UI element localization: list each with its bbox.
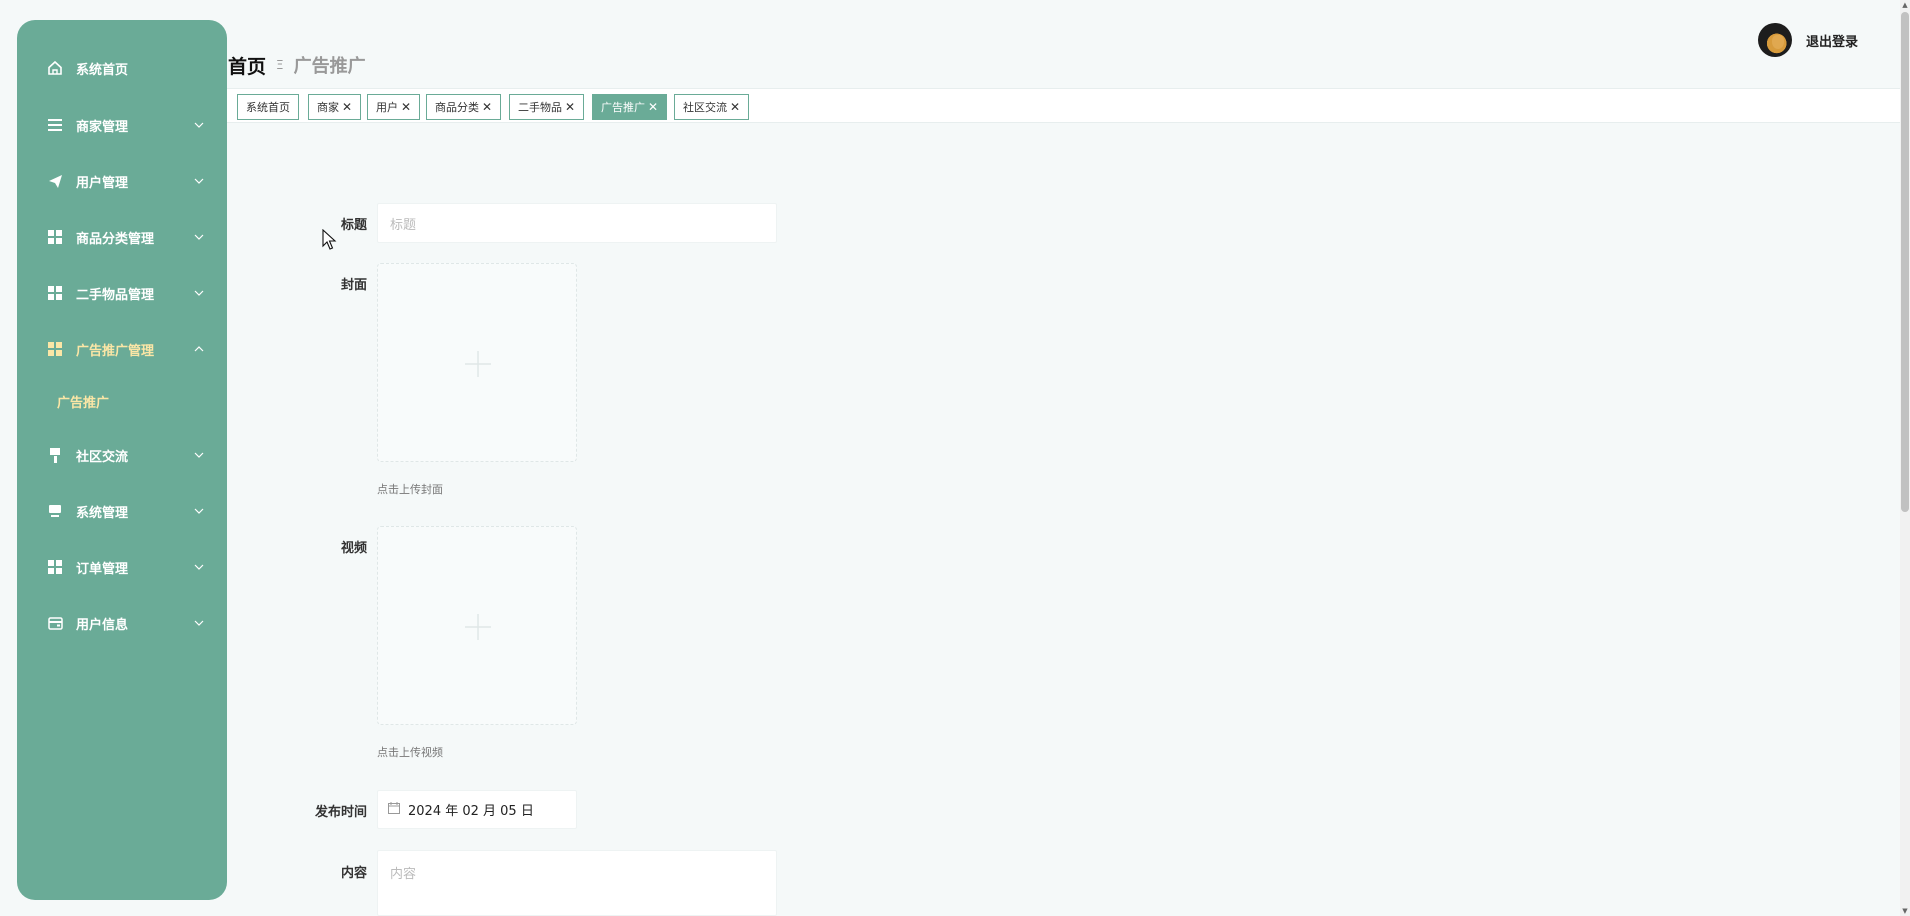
sidebar-item-community[interactable]: 社区交流 [17, 434, 227, 476]
cover-hint: 点击上传封面 [377, 483, 443, 496]
video-upload[interactable] [377, 526, 577, 725]
sidebar-item-ads[interactable]: 广告推广管理 [17, 328, 227, 370]
content-placeholder: 内容 [390, 867, 417, 882]
chevron-down-icon [193, 505, 205, 517]
calendar-icon [388, 801, 400, 818]
chevron-down-icon [193, 617, 205, 629]
sidebar-item-label: 商家管理 [76, 119, 129, 135]
tab-label: 商家 [317, 101, 339, 114]
tab-label: 商品分类 [435, 101, 479, 114]
content-label: 内容 [340, 866, 367, 881]
scrollbar[interactable]: ▲ ▼ [1900, 0, 1910, 916]
tab-label: 广告推广 [601, 101, 645, 114]
cover-label: 封面 [340, 278, 367, 293]
tab-ads[interactable]: 广告推广 ✕ [592, 94, 668, 120]
sidebar-item-system[interactable]: 系统管理 [17, 490, 227, 532]
tab-category[interactable]: 商品分类 ✕ [426, 94, 502, 120]
scroll-down-icon[interactable]: ▼ [1901, 907, 1909, 915]
title-placeholder: 标题 [390, 217, 417, 233]
sidebar-item-secondhand[interactable]: 二手物品管理 [17, 272, 227, 314]
title-input[interactable]: 标题 [377, 203, 777, 243]
tabs-bar: 系统首页 商家 ✕ 用户 ✕ 商品分类 ✕ 二手物品 ✕ 广告推广 ✕ 社区交流 ✕ [227, 88, 1900, 123]
date-label: 发布时间 [314, 805, 367, 820]
content-textarea[interactable]: 内容 [377, 850, 777, 916]
sidebar-item-label: 用户信息 [76, 617, 129, 633]
grid-icon [47, 559, 63, 575]
chevron-down-icon [193, 561, 205, 573]
close-icon[interactable]: ✕ [565, 100, 575, 114]
title-label: 标题 [340, 218, 367, 233]
list-icon [47, 117, 63, 133]
video-label: 视频 [340, 541, 367, 556]
tab-community[interactable]: 社区交流 ✕ [674, 94, 750, 120]
user-area: 退出登录 [1757, 22, 1858, 58]
sidebar-item-home[interactable]: 系统首页 [17, 47, 227, 89]
sidebar: 系统首页 商家管理 用户管理 商品分类管理 二手物品管理 广告推广管理 广告推广… [17, 20, 227, 900]
tab-label: 用户 [376, 101, 398, 114]
sidebar-item-userinfo[interactable]: 用户信息 [17, 602, 227, 644]
tab-label: 二手物品 [518, 101, 562, 114]
grid-icon [47, 341, 63, 357]
close-icon[interactable]: ✕ [730, 100, 740, 114]
tab-home[interactable]: 系统首页 [237, 94, 299, 120]
sidebar-item-label: 订单管理 [76, 561, 129, 577]
close-icon[interactable]: ✕ [401, 100, 411, 114]
sidebar-item-label: 系统管理 [76, 505, 129, 521]
sidebar-item-label: 系统首页 [76, 62, 129, 78]
close-icon[interactable]: ✕ [482, 100, 492, 114]
monitor-icon [47, 503, 63, 519]
tab-label: 社区交流 [683, 101, 727, 114]
date-input[interactable]: 2024 年 02 月 05 日 [377, 790, 577, 829]
sidebar-subitem-label: 广告推广 [57, 395, 110, 411]
sidebar-item-label: 社区交流 [76, 449, 129, 465]
sidebar-item-label: 二手物品管理 [76, 287, 155, 303]
sidebar-item-label: 商品分类管理 [76, 231, 155, 247]
sidebar-item-merchant[interactable]: 商家管理 [17, 104, 227, 146]
breadcrumb: 首页 Ξ 广告推广 [228, 50, 366, 80]
avatar[interactable] [1757, 23, 1792, 57]
tab-merchant[interactable]: 商家 ✕ [308, 94, 362, 120]
grid-icon [47, 285, 63, 301]
chevron-up-icon [193, 343, 205, 355]
home-icon [47, 60, 63, 76]
tab-secondhand[interactable]: 二手物品 ✕ [509, 94, 585, 120]
chevron-down-icon [193, 175, 205, 187]
cover-upload[interactable] [377, 263, 577, 462]
video-hint: 点击上传视频 [377, 746, 443, 759]
page: 系统首页 商家管理 用户管理 商品分类管理 二手物品管理 广告推广管理 广告推广… [0, 0, 1910, 916]
send-icon [47, 173, 63, 189]
tab-label: 系统首页 [246, 101, 290, 114]
date-value: 2024 年 02 月 05 日 [408, 804, 534, 819]
card-icon [47, 615, 63, 631]
chevron-down-icon [193, 449, 205, 461]
close-icon[interactable]: ✕ [648, 100, 658, 114]
sidebar-subitem-ads[interactable]: 广告推广 [17, 381, 227, 421]
tab-users[interactable]: 用户 ✕ [367, 94, 421, 120]
breadcrumb-current: 广告推广 [293, 56, 366, 77]
scrollbar-thumb[interactable] [1901, 12, 1909, 512]
sidebar-item-users[interactable]: 用户管理 [17, 160, 227, 202]
breadcrumb-separator-icon: Ξ [276, 58, 284, 72]
sidebar-item-category[interactable]: 商品分类管理 [17, 216, 227, 258]
chevron-down-icon [193, 231, 205, 243]
sidebar-item-label: 广告推广管理 [76, 343, 155, 359]
plus-icon [465, 351, 491, 377]
sidebar-item-label: 用户管理 [76, 175, 129, 191]
chevron-down-icon [193, 287, 205, 299]
plus-icon [465, 614, 491, 640]
breadcrumb-home[interactable]: 首页 [228, 52, 266, 79]
logout-button[interactable]: 退出登录 [1806, 31, 1858, 50]
scroll-up-icon[interactable]: ▲ [1901, 1, 1909, 9]
chevron-down-icon [193, 119, 205, 131]
mouse-cursor-icon [322, 229, 337, 250]
close-icon[interactable]: ✕ [342, 100, 352, 114]
sidebar-item-orders[interactable]: 订单管理 [17, 546, 227, 588]
grid-icon [47, 229, 63, 245]
brush-icon [47, 447, 63, 463]
